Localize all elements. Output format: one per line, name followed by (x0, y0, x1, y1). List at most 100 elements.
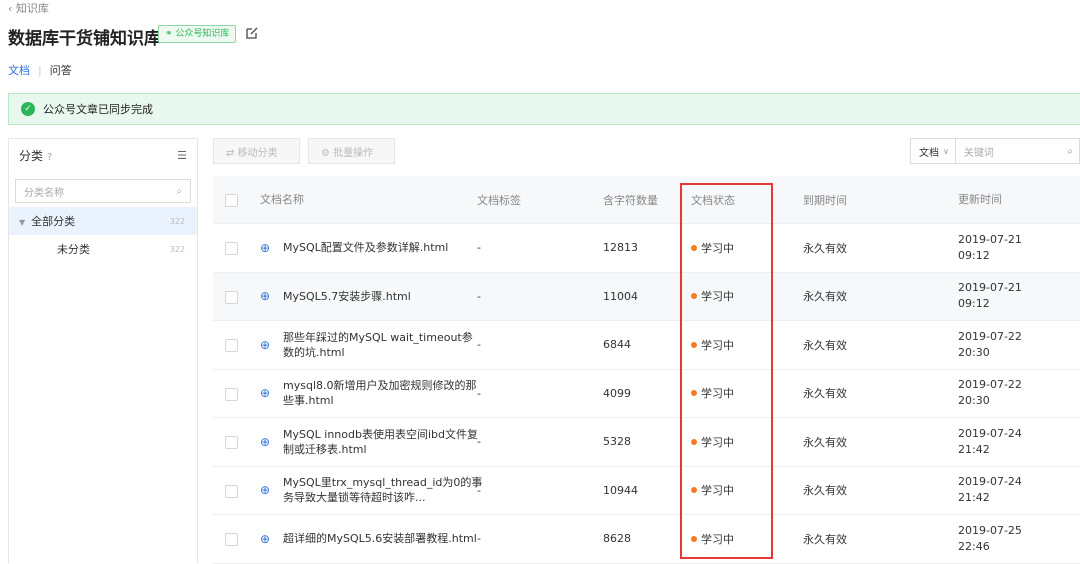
doc-updated: 2019-07-25 22:46 (958, 515, 1022, 563)
doc-name[interactable]: 超详细的MySQL5.6安装部署教程.html (283, 515, 483, 563)
doc-updated-date: 2019-07-21 (958, 232, 1022, 246)
doc-char-count: 6844 (603, 338, 631, 352)
doc-updated-time: 09:12 (958, 248, 990, 262)
sync-success-alert: ✓ 公众号文章已同步完成 (8, 93, 1080, 125)
search-icon[interactable]: ⌕ (1067, 146, 1079, 157)
link-icon: ⚭ (165, 29, 173, 39)
check-circle-icon: ✓ (21, 102, 35, 116)
search-icon: ⌕ (176, 185, 182, 197)
table-row[interactable]: ⊕ 那些年踩过的MySQL wait_timeout参数的坑.html -6844 学… (213, 321, 1080, 370)
doc-char-count: 5328 (603, 435, 631, 449)
doc-tag: - (477, 241, 481, 255)
page-title: 数据库干货铺知识库 (8, 29, 161, 49)
doc-char-count: 10944 (603, 483, 638, 497)
alert-text: 公众号文章已同步完成 (43, 103, 153, 116)
doc-updated: 2019-07-22 20:30 (958, 321, 1022, 369)
col-header-name[interactable]: 文档名称 (260, 176, 460, 223)
web-doc-icon: ⊕ (260, 434, 271, 449)
doc-expire: 永久有效 (803, 241, 847, 255)
chevron-down-icon: ∨ (943, 146, 949, 156)
tab-docs[interactable]: 文档 (8, 62, 30, 78)
kb-type-badge-label: 公众号知识库 (175, 29, 230, 39)
breadcrumb-back-link[interactable]: ‹ 知识库 (8, 0, 49, 16)
doc-updated-date: 2019-07-22 (958, 378, 1022, 392)
doc-expire: 永久有效 (803, 387, 847, 401)
doc-filter: 文档 ∨ 关键词 ⌕ (910, 138, 1080, 164)
doc-name[interactable]: MySQL里trx_mysql_thread_id为0的事务导致大量锁等待超时该… (283, 467, 483, 515)
select-all-checkbox[interactable] (225, 194, 238, 207)
doc-char-count: 12813 (603, 241, 638, 255)
doc-expire: 永久有效 (803, 435, 847, 449)
col-header-tag[interactable]: 文档标签 (477, 176, 521, 223)
batch-operation-button[interactable]: ⚙ 批量操作 (308, 138, 395, 164)
web-doc-icon: ⊕ (260, 386, 271, 401)
web-doc-icon: ⊕ (260, 289, 271, 304)
help-icon[interactable]: ? (47, 152, 52, 163)
table-header: 文档名称 文档标签 含字符数量 文档状态 到期时间 更新时间 (213, 176, 1080, 224)
table-row[interactable]: ⊕ MySQL5.7安装步骤.html -11004 学习中 永久有效 2019-07-2… (213, 272, 1080, 321)
web-doc-icon: ⊕ (260, 531, 271, 546)
doc-expire: 永久有效 (803, 338, 847, 352)
doc-name[interactable]: mysql8.0新增用户及加密规则修改的那些事.html (283, 370, 483, 418)
doc-tag: - (477, 435, 481, 449)
col-header-updated[interactable]: 更新时间 (958, 176, 1002, 223)
doc-updated-date: 2019-07-22 (958, 329, 1022, 343)
table-row[interactable]: ⊕ mysql8.0新增用户及加密规则修改的那些事.html -4099 学习中 永久有… (213, 370, 1080, 418)
doc-updated: 2019-07-21 09:12 (958, 273, 1022, 321)
doc-name[interactable]: MySQL配置文件及参数详解.html (283, 224, 483, 272)
category-item-all[interactable]: ▼ 全部分类 322 (9, 207, 197, 235)
doc-updated: 2019-07-24 21:42 (958, 418, 1022, 466)
doc-expire: 永久有效 (803, 290, 847, 304)
doc-updated-date: 2019-07-21 (958, 281, 1022, 295)
table-row[interactable]: ⊕ 超详细的MySQL5.6安装部署教程.html -8628 学习中 永久有效 2019… (213, 515, 1080, 564)
row-checkbox[interactable] (225, 436, 238, 449)
doc-updated-time: 09:12 (958, 297, 990, 311)
caret-down-icon: ▼ (19, 218, 26, 227)
table-row[interactable]: ⊕ MySQL配置文件及参数详解.html -12813 学习中 永久有效 2019-07… (213, 224, 1080, 273)
collapse-tree-icon[interactable]: ☰ (177, 149, 187, 162)
doc-name[interactable]: MySQL innodb表使用表空间ibd文件复制或迁移表.html (283, 418, 483, 466)
table-row[interactable]: ⊕ MySQL里trx_mysql_thread_id为0的事务导致大量锁等待超时… (213, 467, 1080, 515)
doc-name[interactable]: 那些年踩过的MySQL wait_timeout参数的坑.html (283, 321, 483, 369)
category-sidebar: 分类? ☰ 分类名称 ⌕ ▼ 全部分类 322 未分类 322 (8, 138, 198, 563)
doc-type-select[interactable]: 文档 ∨ (911, 139, 956, 163)
web-doc-icon: ⊕ (260, 483, 271, 498)
tab-divider: | (38, 64, 42, 77)
doc-updated-time: 20:30 (958, 345, 990, 359)
edit-icon[interactable] (245, 26, 259, 40)
doc-updated-date: 2019-07-24 (958, 426, 1022, 440)
doc-updated-date: 2019-07-24 (958, 475, 1022, 489)
sidebar-header: 分类? ☰ (9, 139, 197, 171)
row-checkbox[interactable] (225, 242, 238, 255)
doc-tag: - (477, 386, 481, 400)
row-checkbox[interactable] (225, 484, 238, 498)
doc-updated: 2019-07-22 20:30 (958, 370, 1022, 418)
tab-qa[interactable]: 问答 (50, 62, 72, 78)
doc-tag: - (477, 532, 481, 546)
category-label: 全部分类 (31, 215, 76, 228)
document-table: 文档名称 文档标签 含字符数量 文档状态 到期时间 更新时间 ⊕ MySQL配置文… (213, 176, 1080, 564)
doc-name[interactable]: MySQL5.7安装步骤.html (283, 273, 483, 321)
keyword-input[interactable]: 关键词 (956, 144, 1068, 159)
row-checkbox[interactable] (225, 339, 238, 352)
doc-updated-time: 20:30 (958, 394, 990, 408)
row-checkbox[interactable] (225, 533, 238, 546)
category-item-uncategorized[interactable]: 未分类 322 (9, 235, 197, 263)
web-doc-icon: ⊕ (260, 337, 271, 352)
col-header-expire[interactable]: 到期时间 (803, 176, 847, 223)
content-tabs: 文档 | 问答 (8, 62, 72, 78)
doc-tag: - (477, 338, 481, 352)
category-count: 322 (169, 216, 185, 226)
doc-updated: 2019-07-21 09:12 (958, 224, 1022, 272)
row-checkbox[interactable] (225, 387, 238, 401)
category-search-input[interactable]: 分类名称 ⌕ (15, 179, 191, 203)
doc-updated-time: 21:42 (958, 491, 990, 505)
category-search-placeholder: 分类名称 (24, 187, 64, 199)
col-header-chars[interactable]: 含字符数量 (603, 176, 658, 223)
table-row[interactable]: ⊕ MySQL innodb表使用表空间ibd文件复制或迁移表.html - 5328… (213, 418, 1080, 467)
row-checkbox[interactable] (225, 290, 238, 304)
move-category-button[interactable]: ⇄ 移动分类 (213, 138, 300, 164)
kb-type-badge: ⚭ 公众号知识库 (158, 25, 237, 43)
category-label: 未分类 (57, 243, 90, 256)
sidebar-title: 分类? (19, 148, 53, 163)
